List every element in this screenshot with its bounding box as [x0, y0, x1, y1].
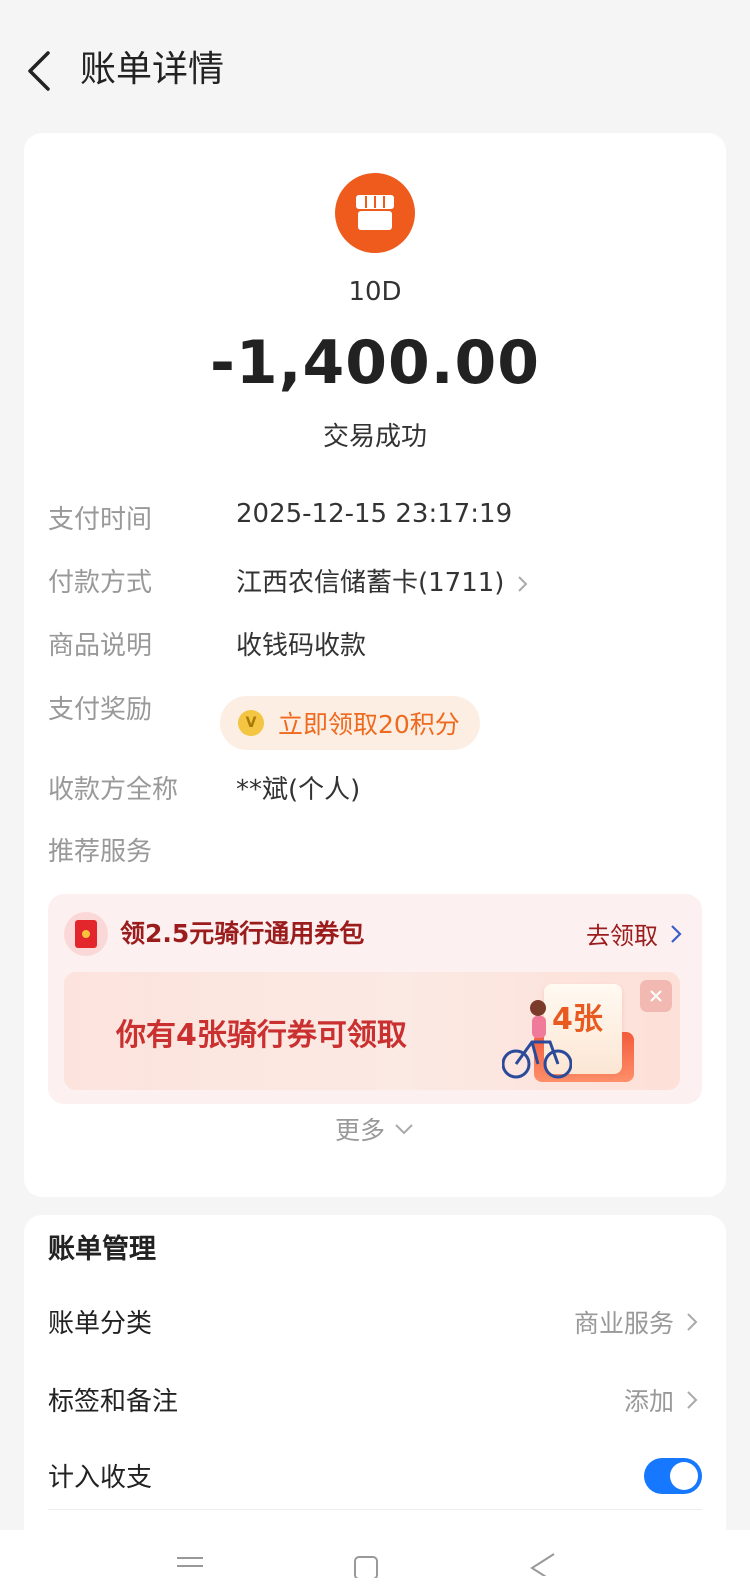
bicycle-rider-icon [502, 1000, 572, 1079]
claim-points-button[interactable]: V 立即领取20积分 [220, 696, 480, 750]
chevron-right-icon [671, 924, 682, 943]
payment-method-link[interactable]: 江西农信储蓄卡(1711) [236, 562, 531, 599]
promo-card: 领2.5元骑行通用券包 去领取 你有4张骑行券可领取 4张 [48, 894, 702, 1104]
bill-category-value: 商业服务 [573, 1308, 674, 1338]
chevron-right-icon [518, 575, 528, 592]
tags-notes-value: 添加 [623, 1386, 674, 1416]
promo-claim-link[interactable]: 去领取 [586, 916, 686, 951]
payment-method-label: 付款方式 [48, 568, 153, 598]
include-in-budget-toggle[interactable] [644, 1457, 702, 1494]
payment-time-value: 2025-12-15 23:17:19 [236, 499, 513, 529]
back-button[interactable] [22, 48, 62, 94]
payee-name-value: **斌(个人) [236, 775, 361, 805]
tags-notes-row[interactable]: 标签和备注 添加 [48, 1381, 702, 1418]
payment-time-label: 支付时间 [48, 505, 153, 535]
payee-name-label: 收款方全称 [48, 775, 179, 805]
chevron-right-icon [687, 1390, 698, 1409]
more-text: 更多 [334, 1116, 385, 1145]
product-desc-value: 收钱码收款 [236, 631, 367, 661]
system-navigation-bar [0, 1530, 750, 1588]
include-in-budget-label: 计入收支 [48, 1463, 153, 1493]
points-coin-icon: V [238, 710, 264, 736]
chevron-left-icon [28, 51, 50, 91]
payment-method-value: 江西农信储蓄卡(1711) [236, 568, 505, 598]
transaction-amount: -1,400.00 [210, 328, 540, 398]
menu-icon[interactable] [175, 1554, 205, 1574]
bill-category-label: 账单分类 [48, 1309, 153, 1339]
more-button[interactable]: 更多 [24, 1111, 726, 1147]
page-header: 账单详情 [0, 0, 750, 135]
red-envelope-icon [64, 912, 108, 956]
merchant-name: 10D [348, 277, 402, 307]
promo-title: 领2.5元骑行通用券包 [120, 919, 365, 948]
bill-category-row[interactable]: 账单分类 商业服务 [48, 1303, 702, 1340]
home-icon[interactable] [352, 1554, 382, 1578]
promo-banner[interactable]: 你有4张骑行券可领取 4张 [64, 972, 680, 1090]
toggle-knob [670, 1461, 698, 1490]
chevron-down-icon [395, 1124, 413, 1135]
promo-banner-text: 你有4张骑行券可领取 [116, 1018, 407, 1053]
tags-notes-label: 标签和备注 [48, 1387, 179, 1417]
payment-reward-label: 支付奖励 [48, 695, 153, 725]
promo-claim-text: 去领取 [586, 922, 658, 950]
bill-management-title: 账单管理 [48, 1234, 156, 1265]
claim-points-text: 立即领取20积分 [278, 710, 460, 739]
bill-detail-card: 10D -1,400.00 交易成功 支付时间 2025-12-15 23:17… [24, 133, 726, 1197]
merchant-avatar [335, 173, 415, 253]
chevron-right-icon [687, 1312, 698, 1331]
include-in-budget-row: 计入收支 [48, 1457, 702, 1494]
divider [48, 1509, 702, 1510]
page-title: 账单详情 [80, 49, 225, 90]
recommended-services-label: 推荐服务 [48, 837, 153, 867]
store-icon [356, 195, 394, 230]
close-icon [650, 990, 662, 1002]
transaction-status: 交易成功 [322, 422, 427, 452]
promo-close-button[interactable] [640, 980, 672, 1012]
back-triangle-icon[interactable] [528, 1552, 558, 1576]
product-desc-label: 商品说明 [48, 631, 153, 661]
